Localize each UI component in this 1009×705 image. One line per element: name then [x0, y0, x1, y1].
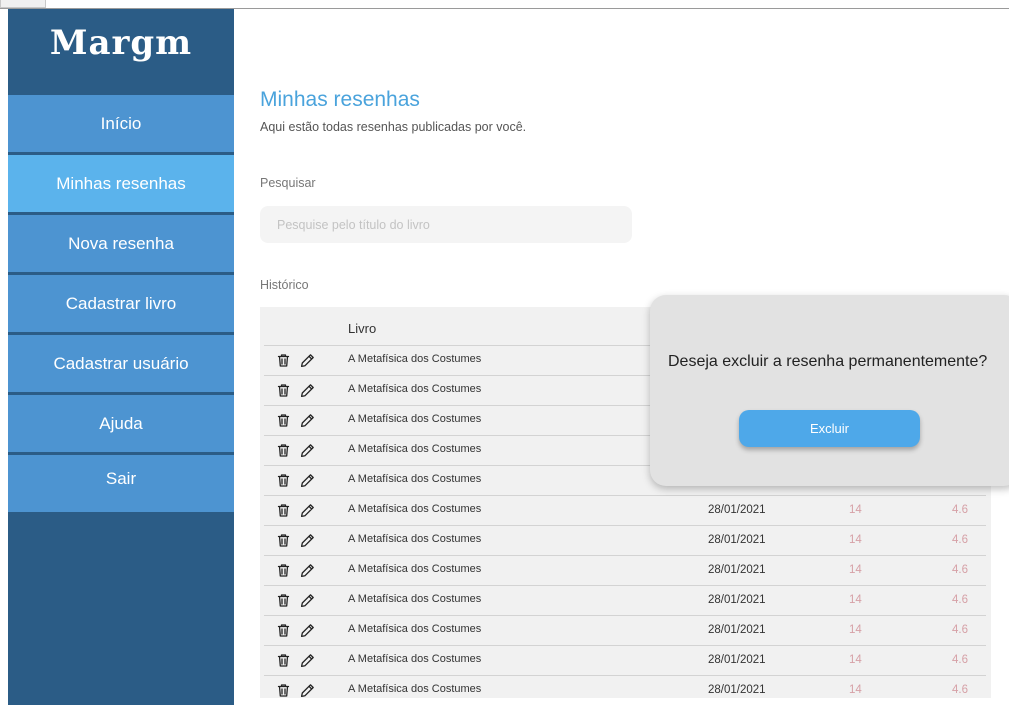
- table-row: A Metafísica dos Costumes 28/01/2021 14 4.6: [264, 495, 986, 525]
- search-input[interactable]: [260, 206, 632, 243]
- dialog-message: Deseja excluir a resenha permanentemente…: [668, 353, 988, 370]
- rating-value: 4.6: [952, 534, 968, 546]
- comment-count: 14: [849, 504, 862, 516]
- table-row: A Metafísica dos Costumes 28/01/2021 14 4.6: [264, 675, 986, 705]
- main-content: Minhas resenhas Aqui estão todas resenha…: [260, 0, 1009, 705]
- book-title: A Metafísica dos Costumes: [348, 653, 482, 665]
- book-title: A Metafísica dos Costumes: [348, 593, 482, 605]
- book-title: A Metafísica dos Costumes: [348, 563, 482, 575]
- pencil-icon[interactable]: [300, 653, 315, 668]
- review-date: 28/01/2021: [708, 564, 766, 576]
- pencil-icon[interactable]: [300, 623, 315, 638]
- pencil-icon[interactable]: [300, 473, 315, 488]
- book-title: A Metafísica dos Costumes: [348, 383, 482, 395]
- row-actions: [276, 503, 315, 518]
- row-actions: [276, 353, 315, 368]
- review-date: 28/01/2021: [708, 594, 766, 606]
- app-logo: Margm: [49, 23, 193, 63]
- page-title: Minhas resenhas: [260, 88, 420, 111]
- rating-value: 4.6: [952, 654, 968, 666]
- rating-value: 4.6: [952, 684, 968, 696]
- sidebar-item-cadastrar-livro[interactable]: Cadastrar livro: [8, 275, 234, 332]
- trash-icon[interactable]: [276, 533, 291, 548]
- book-title: A Metafísica dos Costumes: [348, 503, 482, 515]
- table-row: A Metafísica dos Costumes 28/01/2021 14 4.6: [264, 525, 986, 555]
- pencil-icon[interactable]: [300, 503, 315, 518]
- trash-icon[interactable]: [276, 683, 291, 698]
- sidebar-item-minhas-resenhas[interactable]: Minhas resenhas: [8, 155, 234, 212]
- rating-value: 4.6: [952, 504, 968, 516]
- comment-count: 14: [849, 564, 862, 576]
- rating-value: 4.6: [952, 594, 968, 606]
- trash-icon[interactable]: [276, 413, 291, 428]
- review-date: 28/01/2021: [708, 534, 766, 546]
- pencil-icon[interactable]: [300, 413, 315, 428]
- trash-icon[interactable]: [276, 473, 291, 488]
- trash-icon[interactable]: [276, 503, 291, 518]
- comment-count: 14: [849, 624, 862, 636]
- review-date: 28/01/2021: [708, 654, 766, 666]
- row-actions: [276, 563, 315, 578]
- column-header-livro: Livro: [348, 321, 377, 336]
- pencil-icon[interactable]: [300, 533, 315, 548]
- review-date: 28/01/2021: [708, 624, 766, 636]
- comment-count: 14: [849, 594, 862, 606]
- excluir-button[interactable]: Excluir: [739, 410, 920, 447]
- pencil-icon[interactable]: [300, 563, 315, 578]
- comment-count: 14: [849, 684, 862, 696]
- pencil-icon[interactable]: [300, 683, 315, 698]
- sidebar-item-sair[interactable]: Sair: [8, 455, 234, 512]
- pencil-icon[interactable]: [300, 383, 315, 398]
- book-title: A Metafísica dos Costumes: [348, 623, 482, 635]
- sidebar: Margm Início Minhas resenhas Nova resenh…: [8, 9, 234, 705]
- trash-icon[interactable]: [276, 383, 291, 398]
- sidebar-item-ajuda[interactable]: Ajuda: [8, 395, 234, 452]
- review-date: 28/01/2021: [708, 684, 766, 696]
- trash-icon[interactable]: [276, 593, 291, 608]
- row-actions: [276, 473, 315, 488]
- sidebar-item-inicio[interactable]: Início: [8, 95, 234, 152]
- row-actions: [276, 593, 315, 608]
- trash-icon[interactable]: [276, 563, 291, 578]
- book-title: A Metafísica dos Costumes: [348, 413, 482, 425]
- history-label: Histórico: [260, 278, 309, 292]
- book-title: A Metafísica dos Costumes: [348, 353, 482, 365]
- pencil-icon[interactable]: [300, 443, 315, 458]
- sidebar-item-cadastrar-usuario[interactable]: Cadastrar usuário: [8, 335, 234, 392]
- delete-confirm-dialog: Deseja excluir a resenha permanentemente…: [650, 295, 1009, 486]
- table-row: A Metafísica dos Costumes 28/01/2021 14 4.6: [264, 645, 986, 675]
- book-title: A Metafísica dos Costumes: [348, 533, 482, 545]
- row-actions: [276, 443, 315, 458]
- search-label: Pesquisar: [260, 176, 316, 190]
- pencil-icon[interactable]: [300, 353, 315, 368]
- trash-icon[interactable]: [276, 653, 291, 668]
- comment-count: 14: [849, 654, 862, 666]
- row-actions: [276, 623, 315, 638]
- sidebar-item-nova-resenha[interactable]: Nova resenha: [8, 215, 234, 272]
- table-row: A Metafísica dos Costumes 28/01/2021 14 4.6: [264, 555, 986, 585]
- row-actions: [276, 533, 315, 548]
- row-actions: [276, 653, 315, 668]
- sidebar-nav: Início Minhas resenhas Nova resenha Cada…: [8, 95, 234, 515]
- trash-icon[interactable]: [276, 443, 291, 458]
- trash-icon[interactable]: [276, 623, 291, 638]
- row-actions: [276, 413, 315, 428]
- window-tab: [0, 0, 46, 8]
- book-title: A Metafísica dos Costumes: [348, 443, 482, 455]
- trash-icon[interactable]: [276, 353, 291, 368]
- comment-count: 14: [849, 534, 862, 546]
- book-title: A Metafísica dos Costumes: [348, 473, 482, 485]
- rating-value: 4.6: [952, 624, 968, 636]
- table-row: A Metafísica dos Costumes 28/01/2021 14 4.6: [264, 615, 986, 645]
- rating-value: 4.6: [952, 564, 968, 576]
- row-actions: [276, 683, 315, 698]
- row-actions: [276, 383, 315, 398]
- book-title: A Metafísica dos Costumes: [348, 683, 482, 695]
- pencil-icon[interactable]: [300, 593, 315, 608]
- table-row: A Metafísica dos Costumes 28/01/2021 14 4.6: [264, 585, 986, 615]
- review-date: 28/01/2021: [708, 504, 766, 516]
- page-subtitle: Aqui estão todas resenhas publicadas por…: [260, 120, 527, 134]
